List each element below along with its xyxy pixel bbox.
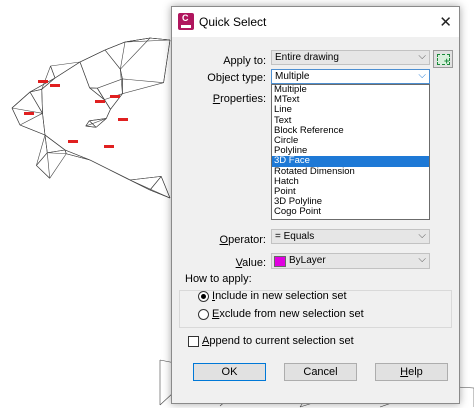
tin-edge <box>97 88 105 100</box>
tin-edge <box>29 91 43 114</box>
how-to-apply-label: How to apply: <box>185 273 252 285</box>
tin-edge <box>19 124 46 136</box>
color-swatch <box>274 256 286 267</box>
dropdown-arrow-icon: ⌵ <box>418 230 426 241</box>
drawing-label-mark <box>68 140 78 143</box>
tin-edge <box>64 149 91 161</box>
apply-to-label: Apply to: <box>223 55 266 67</box>
drawing-label-mark <box>110 95 120 98</box>
title-bar: C Quick Select ✕ <box>172 7 459 37</box>
tin-edge <box>79 49 106 63</box>
tin-edge <box>54 61 81 79</box>
object-type-list[interactable]: Multiple MText Line Text Block Reference Circ… <box>271 84 430 220</box>
tin-edge <box>79 61 90 89</box>
tin-edge <box>29 88 42 93</box>
tin-edge <box>36 134 46 166</box>
help-button[interactable]: Help <box>375 363 448 381</box>
tin-edge <box>89 159 111 171</box>
tin-edge <box>104 99 111 110</box>
tin-edge <box>104 41 126 51</box>
tin-edge <box>109 169 131 181</box>
object-type-label: Object type: <box>207 72 266 84</box>
apply-to-dropdown[interactable]: Entire drawing ⌵ <box>271 50 430 65</box>
tin-edge <box>46 152 51 179</box>
tin-edge <box>149 176 162 191</box>
operator-dropdown[interactable]: = Equals ⌵ <box>271 229 430 244</box>
tin-edge <box>11 107 21 126</box>
select-objects-button[interactable]: + <box>433 50 453 68</box>
drawing-label-mark <box>95 100 105 103</box>
dropdown-arrow-icon: ⌵ <box>418 70 426 81</box>
tin-edge <box>163 39 171 83</box>
drawing-labels <box>24 80 128 148</box>
tin-edge <box>36 165 50 179</box>
tin-edge <box>19 113 43 126</box>
tin-edge <box>44 134 48 153</box>
tin-edge <box>41 89 43 114</box>
drawing-label-mark <box>50 84 60 87</box>
tin-edge <box>44 134 66 151</box>
dropdown-arrow-icon: ⌵ <box>418 51 426 62</box>
ok-button[interactable]: OK <box>193 363 266 381</box>
tin-edge <box>47 152 67 155</box>
apply-to-value: Entire drawing <box>275 52 339 63</box>
operator-label: Operator: <box>219 234 266 246</box>
tin-edge <box>66 153 91 161</box>
include-label: Include in new selection set <box>212 290 347 302</box>
value-label: Value: <box>235 257 266 269</box>
tin-edge <box>47 149 66 154</box>
tin-edge <box>122 78 164 83</box>
drawing-label-mark <box>24 112 34 115</box>
tin-edge <box>129 176 162 181</box>
tin-edge <box>149 37 171 41</box>
dropdown-arrow-icon: ⌵ <box>418 254 426 265</box>
cancel-button[interactable]: Cancel <box>284 363 357 381</box>
object-type-dropdown[interactable]: Multiple ⌵ <box>271 69 430 84</box>
object-type-option[interactable]: Line <box>272 105 429 115</box>
properties-label: Properties: <box>212 93 266 105</box>
append-checkbox[interactable] <box>188 336 199 347</box>
include-radio[interactable] <box>198 291 209 302</box>
tin-edge <box>42 113 46 136</box>
tin-edge <box>105 109 111 119</box>
exclude-radio[interactable] <box>198 309 209 320</box>
append-label: Append to current selection set <box>202 335 354 347</box>
tin-edge <box>129 179 151 191</box>
drawing-label-mark <box>118 118 128 121</box>
tin-edge <box>11 91 31 109</box>
close-icon[interactable]: ✕ <box>439 13 452 31</box>
tin-edge <box>50 65 56 79</box>
object-type-option[interactable]: Cogo Point <box>272 207 429 217</box>
object-type-option[interactable]: MText <box>272 94 429 105</box>
tin-edge <box>50 61 81 67</box>
tin-edge <box>104 49 121 70</box>
object-type-option[interactable]: 3D Face <box>272 156 429 167</box>
operator-value: = Equals <box>275 231 315 242</box>
tin-edge <box>97 78 123 89</box>
dialog-title: Quick Select <box>199 15 267 29</box>
tin-edge <box>122 82 164 94</box>
object-type-value: Multiple <box>275 71 310 82</box>
drawing-label-mark <box>104 145 114 148</box>
value-dropdown[interactable]: ByLayer ⌵ <box>271 253 430 269</box>
tin-edge <box>89 87 105 100</box>
value-value: ByLayer <box>289 255 326 266</box>
drawing-label-mark <box>38 80 48 83</box>
quick-select-dialog: C Quick Select ✕ Apply to: Entire drawin… <box>171 6 460 404</box>
tin-edge <box>49 153 67 179</box>
app-icon: C <box>178 13 194 30</box>
exclude-label: Exclude from new selection set <box>212 308 364 320</box>
